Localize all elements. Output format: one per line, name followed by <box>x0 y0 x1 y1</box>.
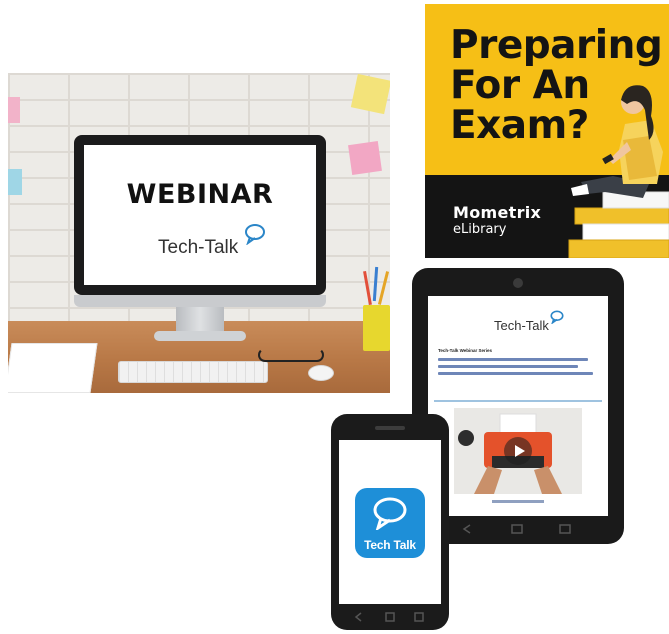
tablet-tech-talk-logo: Tech-Talk <box>494 318 549 333</box>
sticky-note-pink-left <box>8 97 20 123</box>
article-text-lines <box>438 358 598 379</box>
tech-talk-app-icon[interactable]: Tech Talk <box>355 488 425 558</box>
phone-speaker <box>375 426 405 430</box>
tech-talk-logo-text: Tech-Talk <box>158 237 239 258</box>
text-line <box>438 372 593 375</box>
webinar-title: WEBINAR <box>126 179 274 210</box>
sticky-note-yellow <box>350 73 390 115</box>
pencil-cup <box>363 305 390 351</box>
mometrix-banner[interactable]: Preparing For An Exam? Mometrix eLibrary <box>425 4 669 258</box>
play-button[interactable] <box>504 437 532 465</box>
smartphone-device: Tech Talk <box>331 414 449 630</box>
computer-mouse <box>308 365 334 381</box>
brand-name: Mometrix <box>453 203 542 222</box>
monitor-screen: WEBINAR Tech-Talk <box>84 145 316 285</box>
caption-line <box>492 500 544 503</box>
app-name-label: Tech Talk <box>364 538 416 552</box>
text-line <box>438 358 588 361</box>
eyeglasses <box>258 348 324 362</box>
monitor-base <box>154 331 246 341</box>
video-thumbnail[interactable] <box>454 408 582 494</box>
text-line <box>438 365 578 368</box>
brand-subtitle: eLibrary <box>453 222 507 237</box>
sticky-note-blue <box>8 169 22 195</box>
webinar-desk-photo: WEBINAR Tech-Talk <box>8 73 390 393</box>
keyboard <box>118 361 268 383</box>
speech-bubble-icon <box>245 224 265 245</box>
headline-line-1: Preparing <box>450 23 663 68</box>
notebook <box>8 343 98 393</box>
divider <box>434 400 602 402</box>
phone-nav-bar <box>354 612 424 622</box>
article-heading: Tech-Talk Webinar Series <box>438 348 493 353</box>
tablet-camera <box>513 278 523 288</box>
speech-bubble-icon <box>550 310 564 324</box>
student-reading-illustration <box>568 85 669 258</box>
speech-bubble-icon <box>373 497 407 530</box>
play-icon <box>515 445 525 457</box>
tablet-screen[interactable]: Tech-Talk Tech-Talk Webinar Series <box>428 296 608 516</box>
phone-screen: Tech Talk <box>339 440 441 604</box>
sticky-note-pink <box>348 141 382 175</box>
desktop-monitor: WEBINAR Tech-Talk <box>74 135 326 295</box>
monitor-chin <box>74 295 326 307</box>
